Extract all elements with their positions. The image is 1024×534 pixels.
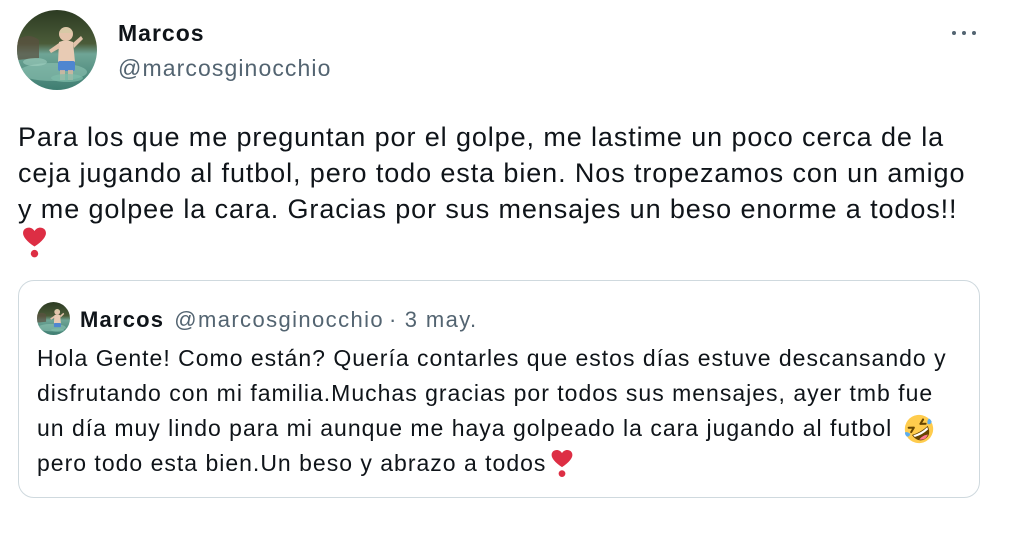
tweet-text: Para los que me preguntan por el golpe, … bbox=[18, 119, 965, 263]
quoted-tweet-text: Hola Gente! Como están? Quería contarles… bbox=[37, 341, 947, 481]
quoted-text-line-content: un día muy lindo para mi aunque me haya … bbox=[37, 415, 893, 441]
heart-exclamation-icon bbox=[552, 450, 573, 477]
quoted-avatar-photo bbox=[37, 302, 70, 335]
quoted-text-line: un día muy lindo para mi aunque me haya … bbox=[37, 411, 947, 446]
tweet-emoji-line bbox=[18, 227, 965, 263]
avatar[interactable] bbox=[17, 10, 97, 90]
quoted-text-line-content: disfrutando con mi familia.Muchas gracia… bbox=[37, 380, 934, 406]
tweet[interactable]: Marcos @marcosginocchio Para los que me … bbox=[0, 0, 1024, 534]
meta-separator: · bbox=[389, 307, 398, 332]
quoted-avatar[interactable] bbox=[37, 302, 70, 335]
rolling-on-the-floor-laughing-icon bbox=[905, 414, 934, 443]
author-name[interactable]: Marcos bbox=[118, 19, 205, 47]
more-options-icon[interactable] bbox=[952, 24, 976, 42]
quoted-author-handle[interactable]: @marcosginocchio bbox=[174, 306, 384, 334]
avatar-photo bbox=[17, 10, 97, 90]
quoted-text-line-content: pero todo esta bien.Un beso y abrazo a t… bbox=[37, 450, 547, 476]
more-dot bbox=[972, 31, 976, 35]
quoted-text-line: disfrutando con mi familia.Muchas gracia… bbox=[37, 376, 947, 411]
quoted-text-line-content: Hola Gente! Como están? Quería contarles… bbox=[37, 345, 947, 371]
heart-exclamation-icon bbox=[23, 227, 46, 258]
tweet-text-line: Para los que me preguntan por el golpe, … bbox=[18, 122, 945, 152]
quoted-author-meta: @marcosginocchio · 3 may. bbox=[174, 306, 477, 334]
quoted-text-line: Hola Gente! Como están? Quería contarles… bbox=[37, 341, 947, 376]
more-dot bbox=[952, 31, 956, 35]
quoted-author-name[interactable]: Marcos bbox=[80, 306, 164, 334]
author-handle[interactable]: @marcosginocchio bbox=[118, 54, 332, 82]
quoted-tweet-date[interactable]: 3 may. bbox=[405, 306, 478, 334]
quoted-text-line: pero todo esta bien.Un beso y abrazo a t… bbox=[37, 446, 947, 481]
tweet-text-line: y me golpee la cara. Gracias por sus men… bbox=[18, 194, 958, 224]
quoted-tweet-header: Marcos @marcosginocchio · 3 may. bbox=[80, 306, 478, 334]
quoted-tweet-card[interactable]: Marcos @marcosginocchio · 3 may. Hola Ge… bbox=[18, 280, 980, 498]
more-dot bbox=[962, 31, 966, 35]
tweet-text-line: ceja jugando al futbol, pero todo esta b… bbox=[18, 158, 966, 188]
